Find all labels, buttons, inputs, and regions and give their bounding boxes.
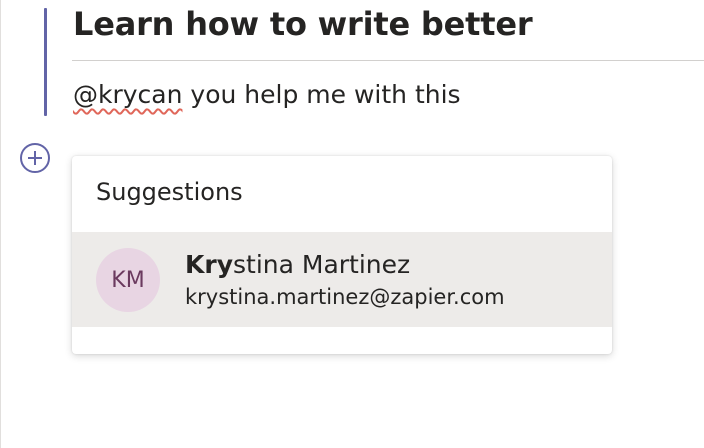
suggestions-header: Suggestions: [96, 178, 243, 206]
plus-circle-icon: [28, 151, 42, 165]
message-body[interactable]: @krycan you help me with this: [73, 80, 461, 109]
suggestion-email: krystina.martinez@zapier.com: [185, 285, 505, 309]
subject-field[interactable]: Learn how to write better: [72, 2, 704, 61]
suggestion-item[interactable]: KM Krystina Martinez krystina.martinez@z…: [72, 232, 612, 327]
compose-accent-bar: [44, 8, 47, 116]
avatar: KM: [96, 248, 160, 312]
pane-divider: [0, 0, 1, 448]
add-content-button[interactable]: [20, 143, 50, 173]
message-text[interactable]: you help me with this: [182, 80, 460, 109]
name-match-text: Kry: [185, 250, 233, 279]
subject-text[interactable]: Learn how to write better: [73, 5, 533, 43]
mention-text[interactable]: @krycan: [73, 80, 182, 109]
compose-area: Learn how to write better @krycan you he…: [0, 0, 704, 448]
mention-suggestions-popup: Suggestions KM Krystina Martinez krystin…: [72, 156, 612, 354]
name-rest-text: stina Martinez: [233, 250, 411, 279]
suggestion-name: Krystina Martinez: [185, 250, 410, 279]
